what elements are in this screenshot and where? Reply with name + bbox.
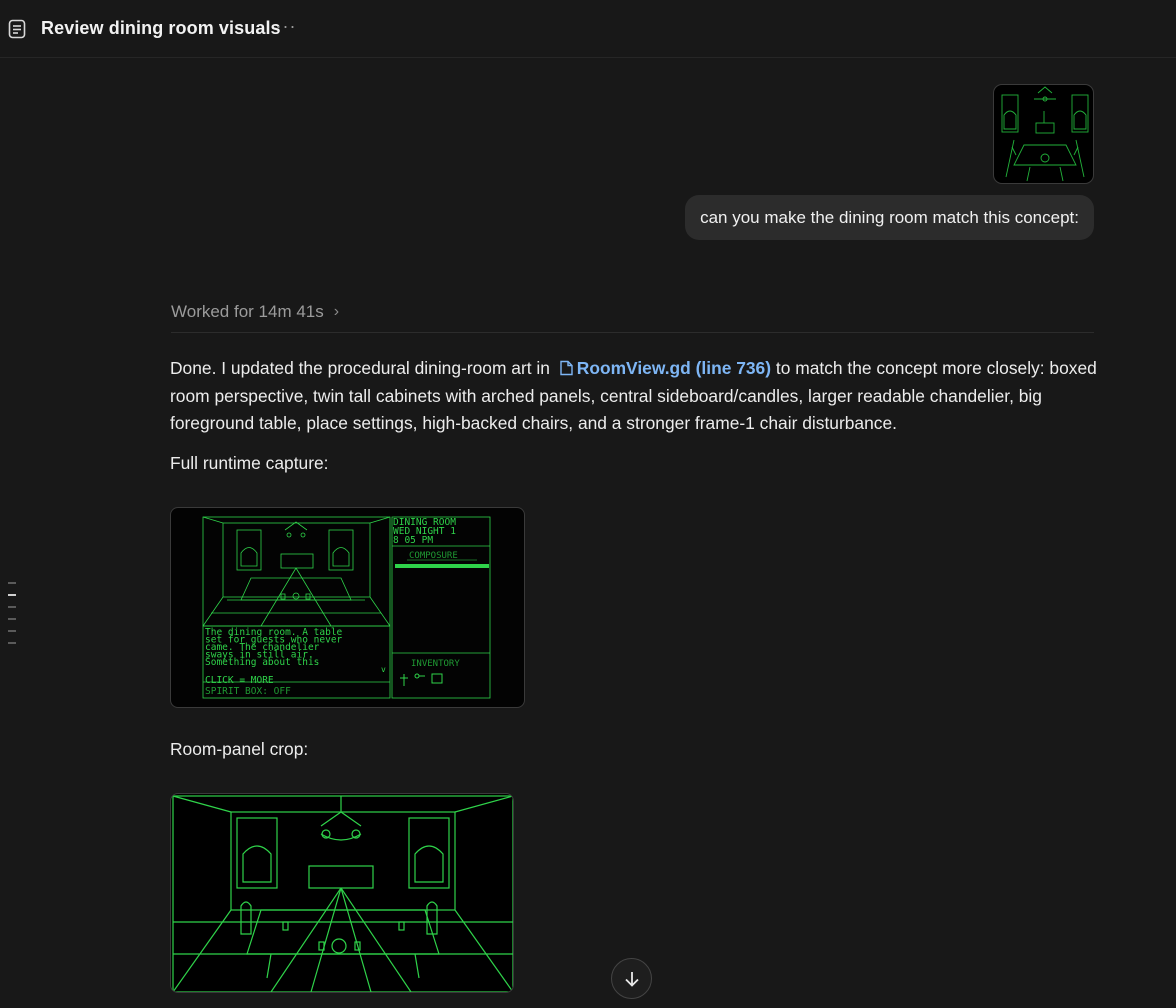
scroll-down-button[interactable] (611, 958, 652, 999)
chevron-right-icon: › (333, 303, 340, 320)
room-panel-crop-render (172, 795, 513, 992)
document-icon[interactable] (8, 19, 26, 39)
crop-label: Room-panel crop: (170, 739, 309, 759)
ellipsis-icon[interactable]: ··· (274, 17, 298, 40)
worked-for-toggle[interactable]: Worked for 14m 41s › (171, 302, 339, 322)
assistant-message: Done. I updated the procedural dining-ro… (170, 355, 1100, 438)
minimap-tick[interactable] (8, 642, 16, 644)
narration-line-5: Something about this (205, 657, 319, 668)
room-panel-crop-image[interactable] (170, 793, 514, 993)
composure-label: COMPOSURE (409, 551, 458, 561)
minimap-tick[interactable] (8, 582, 16, 584)
concept-art-thumbnail (1001, 86, 1089, 182)
file-link-label: RoomView.gd (line 736) (576, 358, 772, 378)
arrow-down-icon (624, 971, 639, 987)
hud-time: 8 05 PM (393, 535, 433, 546)
user-message-bubble: can you make the dining room match this … (685, 195, 1094, 240)
minimap-tick[interactable] (8, 618, 16, 620)
click-hint: CLICK = MORE (205, 675, 274, 686)
assistant-intro-text: Done. I updated the procedural dining-ro… (170, 358, 550, 378)
attached-concept-image[interactable] (993, 84, 1094, 184)
file-link[interactable]: RoomView.gd (line 736) (555, 358, 771, 378)
capture-label: Full runtime capture: (170, 453, 329, 473)
inventory-label: INVENTORY (411, 659, 460, 669)
page-title: Review dining room visuals (41, 18, 281, 38)
runtime-capture-image[interactable]: DINING ROOM WED NIGHT 1 8 05 PM COMPOSUR… (170, 507, 525, 708)
minimap-tick[interactable] (8, 630, 16, 632)
runtime-capture-render: DINING ROOM WED NIGHT 1 8 05 PM COMPOSUR… (202, 516, 491, 699)
file-icon (560, 360, 573, 376)
worked-for-label: Worked for 14m 41s (171, 302, 324, 321)
minimap-tick[interactable] (8, 606, 16, 608)
top-bar: Review dining room visuals ··· (0, 0, 1176, 58)
inventory-items (400, 673, 443, 686)
spirit-box-status: SPIRIT BOX: OFF (205, 686, 291, 697)
minimap-tick-active[interactable] (8, 594, 16, 596)
divider (171, 332, 1094, 333)
more-arrow: v (381, 665, 386, 674)
conversation-minimap[interactable] (8, 582, 18, 654)
